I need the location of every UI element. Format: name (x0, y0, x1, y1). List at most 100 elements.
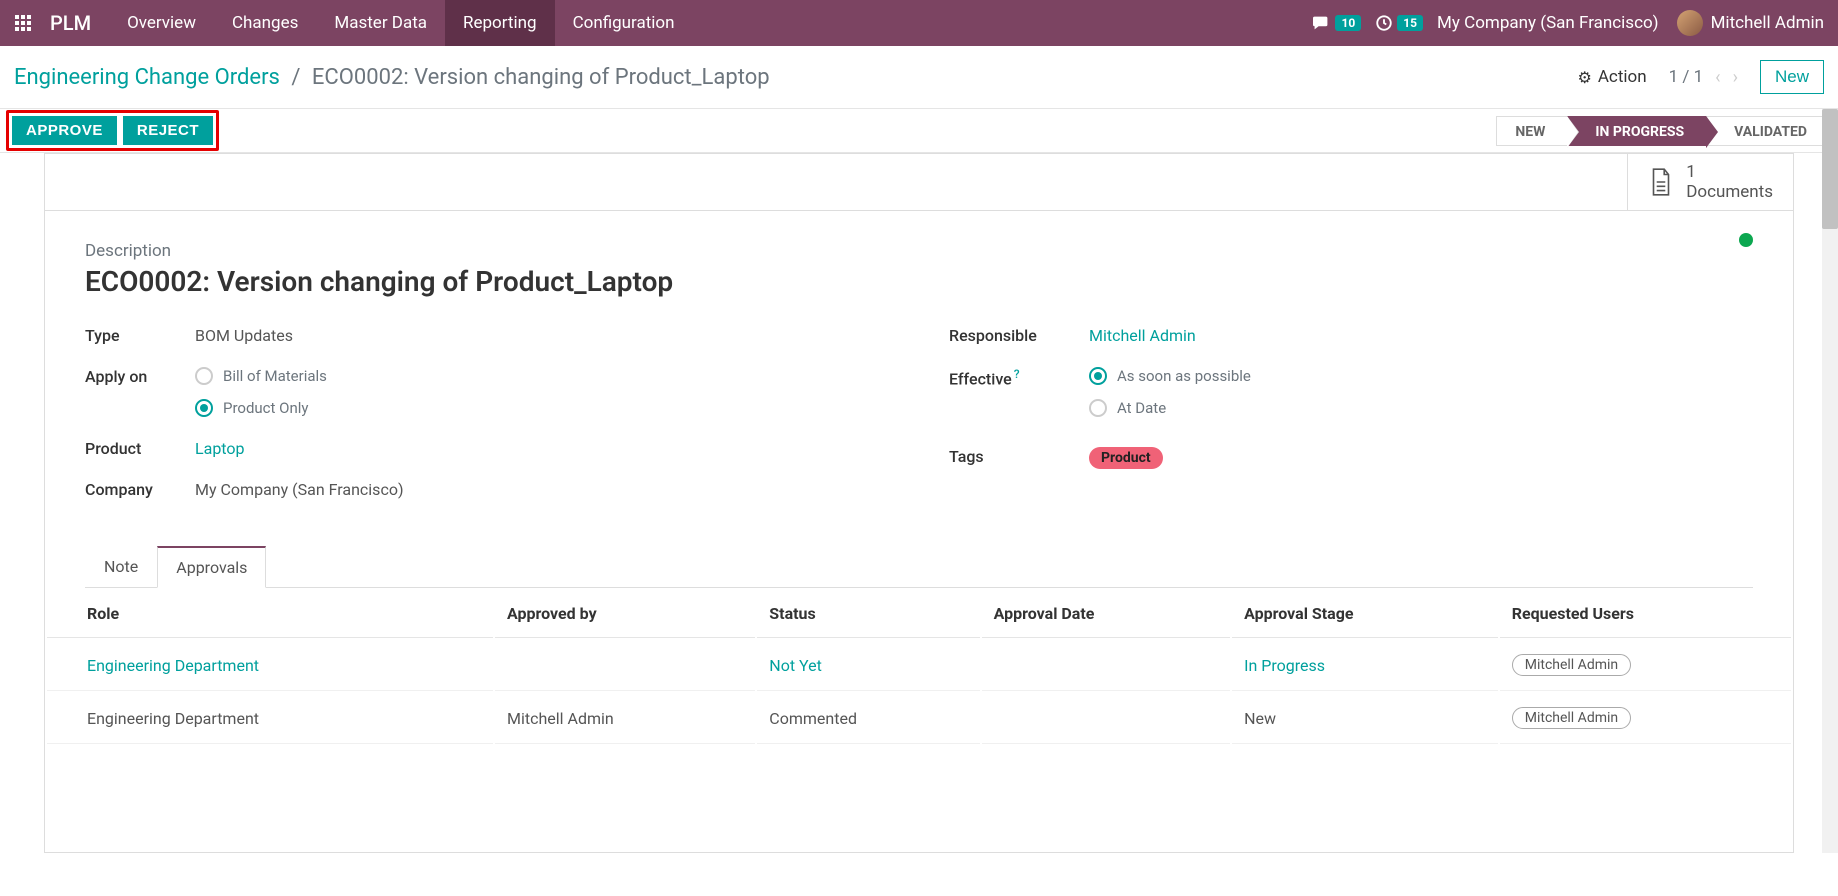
table-row[interactable]: Engineering Department Not Yet In Progre… (47, 640, 1791, 691)
effective-at-date[interactable]: At Date (1089, 399, 1251, 417)
apply-on-bom[interactable]: Bill of Materials (195, 367, 327, 385)
row1-role: Engineering Department (47, 693, 493, 744)
sheet-top: 1 Documents (45, 154, 1793, 211)
product-label: Product (85, 439, 195, 458)
nav-overview[interactable]: Overview (109, 0, 214, 46)
form-sheet: 1 Documents Description ECO0002: Version… (44, 153, 1794, 853)
approve-button[interactable]: APPROVE (12, 116, 117, 145)
tab-note[interactable]: Note (85, 546, 157, 588)
radio-icon (195, 399, 213, 417)
row0-stage[interactable]: In Progress (1244, 656, 1325, 675)
approve-reject-highlight: APPROVE REJECT (6, 110, 219, 151)
breadcrumb-right: ⚙ Action 1 / 1 ‹ › New (1577, 60, 1824, 94)
effective-asap[interactable]: As soon as possible (1089, 367, 1251, 385)
form-grid: Type BOM Updates Apply on Bill of Materi… (85, 326, 1753, 521)
document-icon (1648, 167, 1674, 197)
topbar-left: PLM Overview Changes Master Data Reporti… (0, 0, 693, 46)
th-requested-users: Requested Users (1500, 590, 1791, 638)
breadcrumb-current: ECO0002: Version changing of Product_Lap… (312, 65, 770, 90)
scrollbar[interactable] (1822, 109, 1838, 853)
statusbar: APPROVE REJECT NEW IN PROGRESS VALIDATED (0, 109, 1838, 153)
th-approved-by: Approved by (495, 590, 755, 638)
user-name: Mitchell Admin (1711, 13, 1824, 33)
form-col-right: Responsible Mitchell Admin Effective? As… (949, 326, 1753, 521)
nav-reporting[interactable]: Reporting (445, 0, 555, 46)
th-role: Role (47, 590, 493, 638)
stage-validated[interactable]: VALIDATED (1706, 116, 1830, 146)
tags-label: Tags (949, 447, 1089, 466)
activity-icon[interactable]: 15 (1375, 14, 1423, 32)
responsible-label: Responsible (949, 326, 1089, 345)
nav-changes[interactable]: Changes (214, 0, 316, 46)
kanban-state-dot[interactable] (1739, 233, 1753, 247)
effective-label: Effective? (949, 367, 1089, 388)
activity-badge: 15 (1397, 15, 1423, 31)
form-col-left: Type BOM Updates Apply on Bill of Materi… (85, 326, 889, 521)
gear-icon: ⚙ (1577, 68, 1591, 87)
help-icon[interactable]: ? (1014, 367, 1020, 381)
avatar (1677, 10, 1703, 36)
row0-date (982, 640, 1231, 691)
nav-configuration[interactable]: Configuration (555, 0, 693, 46)
apply-on-product-only[interactable]: Product Only (195, 399, 327, 417)
description-label: Description (85, 241, 1753, 261)
effective-asap-label: As soon as possible (1117, 367, 1251, 385)
tab-approvals[interactable]: Approvals (157, 546, 266, 588)
reject-button[interactable]: REJECT (123, 116, 213, 145)
topbar-right: 10 15 My Company (San Francisco) Mitchel… (1311, 0, 1838, 46)
breadcrumb-row: Engineering Change Orders / ECO0002: Ver… (0, 46, 1838, 109)
record-title: ECO0002: Version changing of Product_Lap… (85, 265, 1753, 298)
apps-icon[interactable] (0, 0, 46, 46)
new-button[interactable]: New (1760, 60, 1824, 94)
row1-stage: New (1232, 693, 1498, 744)
company-selector[interactable]: My Company (San Francisco) (1437, 13, 1659, 33)
documents-stat[interactable]: 1 Documents (1627, 154, 1793, 210)
action-menu[interactable]: ⚙ Action (1577, 67, 1646, 87)
breadcrumb-sep: / (285, 65, 306, 90)
apply-on-label: Apply on (85, 367, 195, 386)
chat-icon[interactable]: 10 (1311, 15, 1361, 31)
documents-count: 1 (1686, 162, 1773, 182)
scroll-thumb[interactable] (1822, 109, 1838, 229)
pager-prev[interactable]: ‹ (1715, 67, 1720, 88)
approvals-header-row: Role Approved by Status Approval Date Ap… (47, 590, 1791, 638)
type-label: Type (85, 326, 195, 345)
company-label: Company (85, 480, 195, 499)
responsible-link[interactable]: Mitchell Admin (1089, 326, 1196, 345)
pager-next[interactable]: › (1733, 67, 1738, 88)
apply-on-product-only-label: Product Only (223, 399, 309, 417)
stage-new[interactable]: NEW (1496, 116, 1567, 146)
pager: 1 / 1 ‹ › (1669, 67, 1738, 88)
apply-on-bom-label: Bill of Materials (223, 367, 327, 385)
row1-user-chip[interactable]: Mitchell Admin (1512, 707, 1631, 729)
row0-approved-by (495, 640, 755, 691)
table-row[interactable]: Engineering Department Mitchell Admin Co… (47, 693, 1791, 744)
stage-in-progress[interactable]: IN PROGRESS (1567, 116, 1706, 146)
effective-group: As soon as possible At Date (1089, 367, 1251, 417)
row0-user-chip[interactable]: Mitchell Admin (1512, 654, 1631, 676)
user-menu[interactable]: Mitchell Admin (1677, 10, 1824, 36)
th-approval-date: Approval Date (982, 590, 1231, 638)
radio-icon (1089, 399, 1107, 417)
action-label: Action (1598, 67, 1647, 87)
row1-approved-by: Mitchell Admin (495, 693, 755, 744)
pager-text: 1 / 1 (1669, 67, 1704, 87)
approvals-table: Role Approved by Status Approval Date Ap… (45, 588, 1793, 746)
topbar: PLM Overview Changes Master Data Reporti… (0, 0, 1838, 46)
row0-role[interactable]: Engineering Department (87, 656, 259, 675)
tag-product[interactable]: Product (1089, 447, 1163, 469)
th-approval-stage: Approval Stage (1232, 590, 1498, 638)
content-wrap: APPROVE REJECT NEW IN PROGRESS VALIDATED… (0, 109, 1838, 853)
sheet-body: Description ECO0002: Version changing of… (45, 211, 1793, 521)
effective-at-date-label: At Date (1117, 399, 1166, 417)
row1-date (982, 693, 1231, 744)
tabs: Note Approvals (85, 545, 1753, 588)
nav-master-data[interactable]: Master Data (316, 0, 445, 46)
product-link[interactable]: Laptop (195, 439, 245, 458)
chat-badge: 10 (1335, 15, 1361, 31)
th-status: Status (757, 590, 979, 638)
radio-icon (1089, 367, 1107, 385)
breadcrumb-root[interactable]: Engineering Change Orders (14, 65, 280, 90)
stage-tracker: NEW IN PROGRESS VALIDATED (1496, 109, 1830, 152)
row0-status[interactable]: Not Yet (769, 656, 822, 675)
